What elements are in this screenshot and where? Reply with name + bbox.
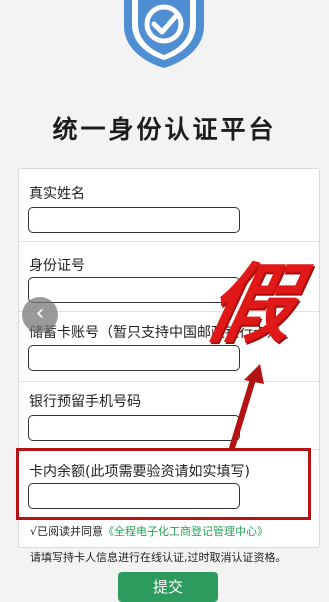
field-label-phone: 银行预留手机号码 xyxy=(29,394,141,410)
fake-stamp: 假 xyxy=(197,255,305,355)
submit-button[interactable]: 提交 xyxy=(118,572,218,602)
divider xyxy=(19,241,319,242)
field-label-name: 真实姓名 xyxy=(29,186,85,202)
warning-highlight-box xyxy=(16,448,311,520)
field-label-id-number: 身份证号 xyxy=(29,258,85,274)
agreement-link[interactable]: 《全程电子化工商登记管理中心》 xyxy=(103,525,268,538)
phone-input[interactable] xyxy=(28,415,240,441)
agreement-prefix[interactable]: √已阅读并同意 xyxy=(30,525,103,538)
page-title: 统一身份认证平台 xyxy=(52,115,277,144)
notice-text: 请填写持卡人信息进行在线认证,过时取消认证资格。 xyxy=(30,551,287,564)
divider xyxy=(19,381,319,382)
name-input[interactable] xyxy=(28,207,240,233)
agreement-line: √已阅读并同意《全程电子化工商登记管理中心》 xyxy=(30,523,268,539)
chevron-left-icon: ‹ xyxy=(35,301,45,326)
shield-check-icon xyxy=(124,0,204,68)
back-button[interactable]: ‹ xyxy=(22,297,58,333)
arrow-up-icon xyxy=(229,364,264,451)
